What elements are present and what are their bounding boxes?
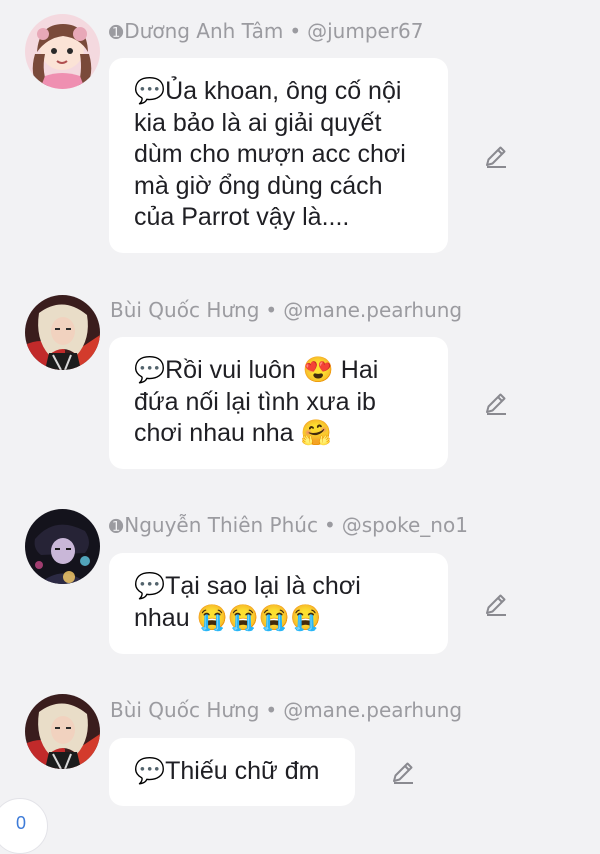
author-name[interactable]: Bùi Quốc Hưng xyxy=(110,298,259,322)
counter-value: 0 xyxy=(16,813,27,833)
avatar-pink-hair-girl-icon xyxy=(25,14,100,89)
author-handle[interactable]: @mane.pearhung xyxy=(283,698,462,722)
separator: • xyxy=(323,513,336,537)
edit-pencil-icon[interactable] xyxy=(482,142,510,170)
badge-one-icon: ➊ xyxy=(109,517,124,537)
avatar[interactable] xyxy=(25,509,100,584)
comment-meta: Bùi Quốc Hưng • @mane.pearhung xyxy=(109,298,462,324)
comment-bubble: 💬Tại sao lại là chơi nhau 😭😭😭😭 xyxy=(109,553,448,654)
author-name[interactable]: Bùi Quốc Hưng xyxy=(110,698,259,722)
author-name[interactable]: Nguyễn Thiên Phúc xyxy=(124,513,318,537)
author-handle[interactable]: @spoke_no1 xyxy=(342,513,468,537)
separator: • xyxy=(265,298,278,322)
edit-pencil-icon[interactable] xyxy=(482,389,510,417)
reaction-counter-button[interactable]: 0 xyxy=(0,798,48,854)
avatar[interactable] xyxy=(25,295,100,370)
avatar[interactable] xyxy=(25,14,100,89)
comment-text: 💬Ủa khoan, ông cố nội kia bảo là ai giải… xyxy=(134,77,406,231)
separator: • xyxy=(289,19,302,43)
separator: • xyxy=(265,698,278,722)
edit-pencil-icon[interactable] xyxy=(482,590,510,618)
comment-meta: ➊Dương Anh Tâm • @jumper67 xyxy=(109,19,424,45)
comment-meta: Bùi Quốc Hưng • @mane.pearhung xyxy=(109,698,462,724)
comment-text: 💬Thiếu chữ đm xyxy=(134,757,320,785)
avatar[interactable] xyxy=(25,694,100,769)
author-handle[interactable]: @jumper67 xyxy=(307,19,423,43)
avatar-dark-boy-icon xyxy=(25,509,100,584)
avatar-white-hair-red-icon xyxy=(25,694,100,769)
badge-one-icon: ➊ xyxy=(109,23,124,43)
comment-bubble: 💬Rồi vui luôn 😍 Hai đứa nối lại tình xưa… xyxy=(109,337,448,469)
author-handle[interactable]: @mane.pearhung xyxy=(283,298,462,322)
edit-pencil-icon[interactable] xyxy=(389,758,417,786)
comment-text: 💬Tại sao lại là chơi nhau 😭😭😭😭 xyxy=(134,572,361,632)
avatar-white-hair-red-icon xyxy=(25,295,100,370)
author-name[interactable]: Dương Anh Tâm xyxy=(124,19,283,43)
comment-meta: ➊Nguyễn Thiên Phúc • @spoke_no1 xyxy=(109,513,468,539)
comment-bubble: 💬Ủa khoan, ông cố nội kia bảo là ai giải… xyxy=(109,58,448,253)
comment-text: 💬Rồi vui luôn 😍 Hai đứa nối lại tình xưa… xyxy=(134,356,379,447)
comment-bubble: 💬Thiếu chữ đm xyxy=(109,738,355,806)
